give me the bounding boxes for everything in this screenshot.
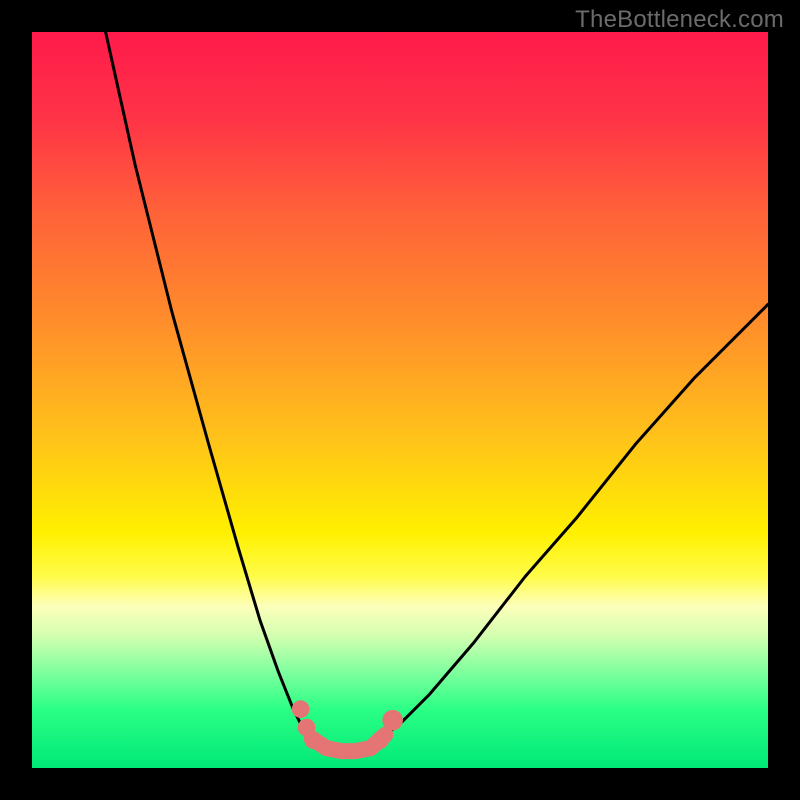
marker-2 (304, 731, 322, 749)
marker-0 (292, 700, 310, 718)
chart-svg (32, 32, 768, 768)
marker-3 (371, 731, 389, 749)
series-left-branch (106, 32, 312, 739)
series-right-branch (385, 304, 768, 735)
marker-4 (382, 710, 403, 731)
outer-frame: TheBottleneck.com (0, 0, 800, 800)
watermark-text: TheBottleneck.com (575, 6, 784, 34)
